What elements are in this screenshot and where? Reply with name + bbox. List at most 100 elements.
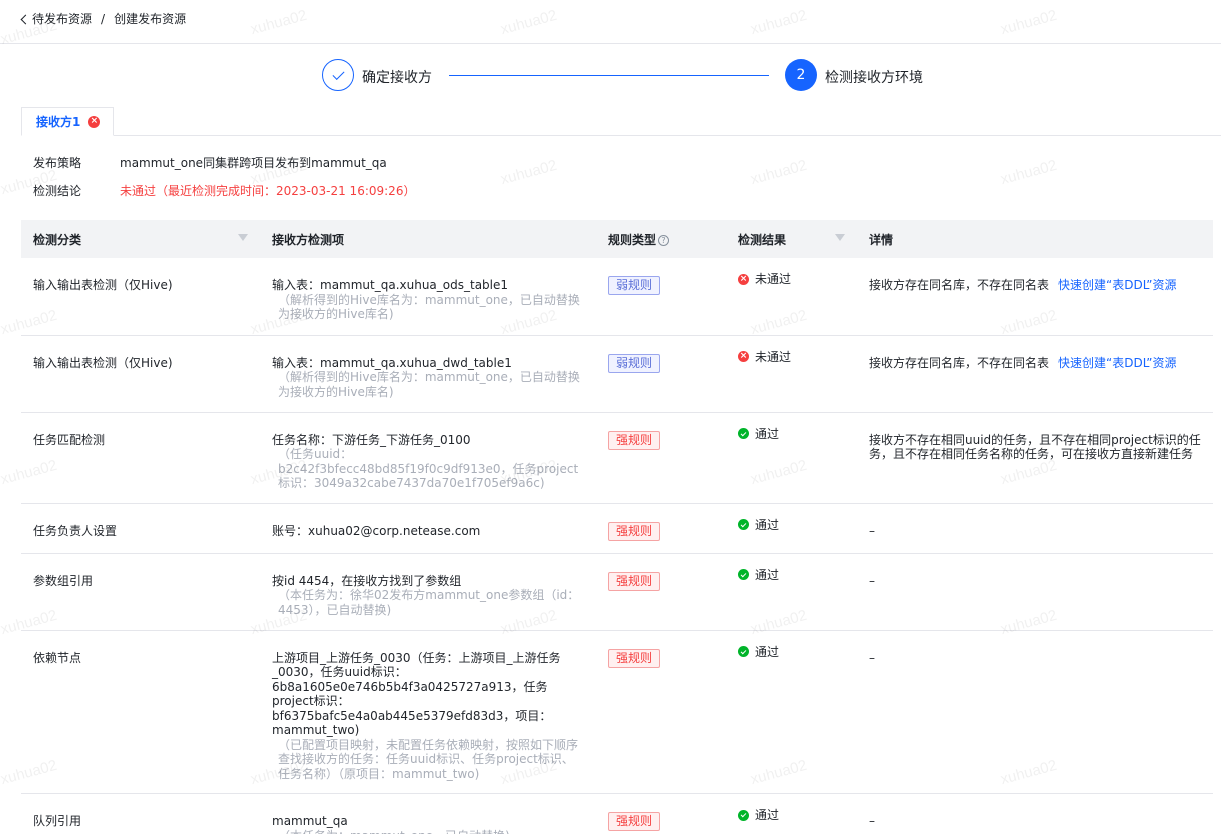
detail-text: – bbox=[869, 573, 875, 588]
result-text: 通过 bbox=[755, 517, 780, 532]
cell-item: 账号：xuhua02@corp.netease.com bbox=[260, 503, 596, 554]
step-2-label: 检测接收方环境 bbox=[825, 70, 923, 86]
cell-detail: 接收方存在同名库，不存在同名表 快速创建“表DDL”资源 bbox=[857, 335, 1213, 413]
item-text: 按id 4454，在接收方找到了参数组 bbox=[272, 573, 462, 588]
strategy-label: 发布策略 bbox=[33, 156, 82, 170]
table-row: 队列引用 mammut_qa（本任务为：mammut_one，已自动替换) 强规则 通… bbox=[21, 793, 1213, 834]
cell-rule: 强规则 bbox=[596, 553, 726, 631]
header-result-label: 检测结果 bbox=[738, 232, 787, 247]
item-text: 上游项目_上游任务_0030（任务：上游项目_上游任务_0030，任务uuid标… bbox=[272, 650, 561, 738]
quick-create-ddl-link[interactable]: 快速创建“表DDL”资源 bbox=[1058, 278, 1176, 292]
quick-create-ddl-link[interactable]: 快速创建“表DDL”资源 bbox=[1058, 356, 1176, 370]
cell-rule: 强规则 bbox=[596, 503, 726, 554]
header-rule: 规则类型? bbox=[596, 220, 726, 258]
filter-icon[interactable] bbox=[835, 234, 845, 241]
detail-text: – bbox=[869, 814, 875, 828]
chevron-left-icon bbox=[20, 14, 31, 24]
cell-category: 输入输出表检测（仅Hive) bbox=[21, 335, 260, 413]
cell-detail: 接收方不存在相同uuid的任务，且不存在相同project标识的任务，且不存在相… bbox=[857, 412, 1213, 504]
error-circle-icon bbox=[738, 273, 749, 285]
steps-indicator: 确定接收方 2 检测接收方环境 bbox=[0, 59, 1221, 93]
cell-result: 通过 bbox=[726, 553, 857, 631]
header-category: 检测分类 bbox=[21, 220, 260, 258]
category-text: 队列引用 bbox=[33, 814, 82, 828]
step-1-label: 确定接收方 bbox=[362, 70, 432, 86]
result-text: 通过 bbox=[755, 567, 780, 582]
breadcrumb-back-link[interactable]: 待发布资源 bbox=[20, 10, 92, 27]
cell-category: 队列引用 bbox=[21, 793, 260, 834]
cell-item: 输入表：mammut_qa.xuhua_dwd_table1 （解析得到的Hive… bbox=[260, 335, 596, 413]
cell-category: 依赖节点 bbox=[21, 630, 260, 794]
cell-category: 输入输出表检测（仅Hive) bbox=[21, 258, 260, 336]
item-subtext: （解析得到的Hive库名为：mammut_one，已自动替换为接收方的Hive库… bbox=[278, 292, 580, 322]
table-row: 输入输出表检测（仅Hive) 输入表：mammut_qa.xuhua_ods_ta… bbox=[21, 258, 1213, 336]
tab-receiver-1[interactable]: 接收方1 × bbox=[21, 107, 114, 136]
table-row: 参数组引用 按id 4454，在接收方找到了参数组 （本任务为：徐华02发布方mam… bbox=[21, 553, 1213, 631]
breadcrumb-current: 创建发布资源 bbox=[114, 12, 187, 26]
cell-rule: 强规则 bbox=[596, 412, 726, 504]
cell-result: 未通过 bbox=[726, 258, 857, 336]
step-1-circle bbox=[322, 59, 354, 91]
table-header-row: 检测分类 接收方检测项 规则类型? 检测结果 详情 bbox=[21, 220, 1213, 258]
watermark-text: xuhua02 bbox=[998, 156, 1059, 189]
help-icon[interactable]: ? bbox=[658, 234, 670, 246]
check-circle-icon bbox=[738, 519, 749, 531]
header-detail: 详情 bbox=[857, 220, 1213, 258]
step-connector bbox=[449, 75, 769, 76]
header-detail-label: 详情 bbox=[869, 232, 894, 247]
category-text: 依赖节点 bbox=[33, 650, 82, 665]
cell-detail: – bbox=[857, 630, 1213, 794]
cell-item: mammut_qa（本任务为：mammut_one，已自动替换) bbox=[260, 793, 596, 834]
result-text: 通过 bbox=[755, 426, 780, 441]
item-subtext: （任务uuid：b2c42f3bfecc48bd85f19f0c9df913e0… bbox=[278, 447, 579, 490]
result-text: 未通过 bbox=[755, 349, 792, 364]
watermark-text: xuhua02 bbox=[498, 156, 559, 189]
header-rule-label: 规则类型 bbox=[608, 232, 657, 247]
item-text: 输入表：mammut_qa.xuhua_ods_table1 bbox=[272, 278, 509, 292]
rule-tag: 强规则 bbox=[608, 812, 661, 831]
error-circle-icon bbox=[738, 351, 749, 363]
check-circle-icon bbox=[738, 646, 749, 658]
cell-category: 任务匹配检测 bbox=[21, 412, 260, 504]
cell-result: 通过 bbox=[726, 630, 857, 794]
conclusion-row: 检测结论 未通过（最近检测完成时间：2023-03-21 16:09:26） bbox=[33, 182, 415, 199]
cell-rule: 弱规则 bbox=[596, 335, 726, 413]
item-text: 账号：xuhua02@corp.netease.com bbox=[272, 523, 481, 538]
conclusion-label: 检测结论 bbox=[33, 184, 82, 198]
cell-category: 参数组引用 bbox=[21, 553, 260, 631]
detail-text: 接收方存在同名库，不存在同名表 bbox=[869, 355, 1050, 370]
close-icon[interactable]: × bbox=[88, 115, 101, 128]
rule-tag: 强规则 bbox=[608, 571, 661, 591]
category-text: 任务匹配检测 bbox=[33, 432, 106, 447]
item-subtext: （已配置项目映射，未配置任务依赖映射，按照如下顺序查找接收方的任务：任务uuid… bbox=[278, 737, 579, 781]
cell-item: 按id 4454，在接收方找到了参数组 （本任务为：徐华02发布方mammut_o… bbox=[260, 553, 596, 631]
detail-text: 接收方不存在相同uuid的任务，且不存在相同project标识的任务，且不存在相… bbox=[869, 432, 1201, 462]
result-text: 通过 bbox=[755, 644, 780, 659]
rule-tag: 强规则 bbox=[608, 521, 661, 541]
item-text: mammut_qa bbox=[272, 814, 348, 828]
breadcrumb-back-label[interactable]: 待发布资源 bbox=[32, 10, 92, 27]
cell-item: 输入表：mammut_qa.xuhua_ods_table1 （解析得到的Hive… bbox=[260, 258, 596, 336]
category-text: 任务负责人设置 bbox=[33, 523, 118, 538]
header-category-label: 检测分类 bbox=[33, 232, 82, 247]
item-text: 输入表：mammut_qa.xuhua_dwd_table1 bbox=[272, 355, 512, 370]
breadcrumb: 待发布资源 / 创建发布资源 bbox=[20, 10, 187, 27]
tab-receiver-1-label[interactable]: 接收方1 bbox=[36, 113, 80, 130]
conclusion-value: 未通过（最近检测完成时间：2023-03-21 16:09:26） bbox=[120, 184, 416, 198]
cell-item: 上游项目_上游任务_0030（任务：上游项目_上游任务_0030，任务uuid标… bbox=[260, 630, 596, 794]
cell-result: 通过 bbox=[726, 412, 857, 504]
cell-detail: – bbox=[857, 793, 1213, 834]
check-circle-icon bbox=[738, 428, 749, 440]
detail-text: – bbox=[869, 523, 875, 538]
cell-result: 通过 bbox=[726, 793, 857, 834]
check-table: 检测分类 接收方检测项 规则类型? 检测结果 详情 输入输出表检测（仅Hive)… bbox=[21, 220, 1213, 834]
item-subtext: （本任务为：徐华02发布方mammut_one参数组（id：4453），已自动替… bbox=[278, 588, 580, 617]
item-subtext: （解析得到的Hive库名为：mammut_one，已自动替换为接收方的Hive库… bbox=[278, 370, 580, 399]
result-text: 通过 bbox=[755, 808, 780, 822]
category-text: 参数组引用 bbox=[33, 573, 94, 588]
strategy-value: mammut_one同集群跨项目发布到mammut_qa bbox=[120, 156, 387, 170]
watermark-text: xuhua02 bbox=[748, 156, 809, 189]
header-result: 检测结果 bbox=[726, 220, 857, 258]
filter-icon[interactable] bbox=[238, 234, 248, 241]
cell-rule: 强规则 bbox=[596, 793, 726, 834]
